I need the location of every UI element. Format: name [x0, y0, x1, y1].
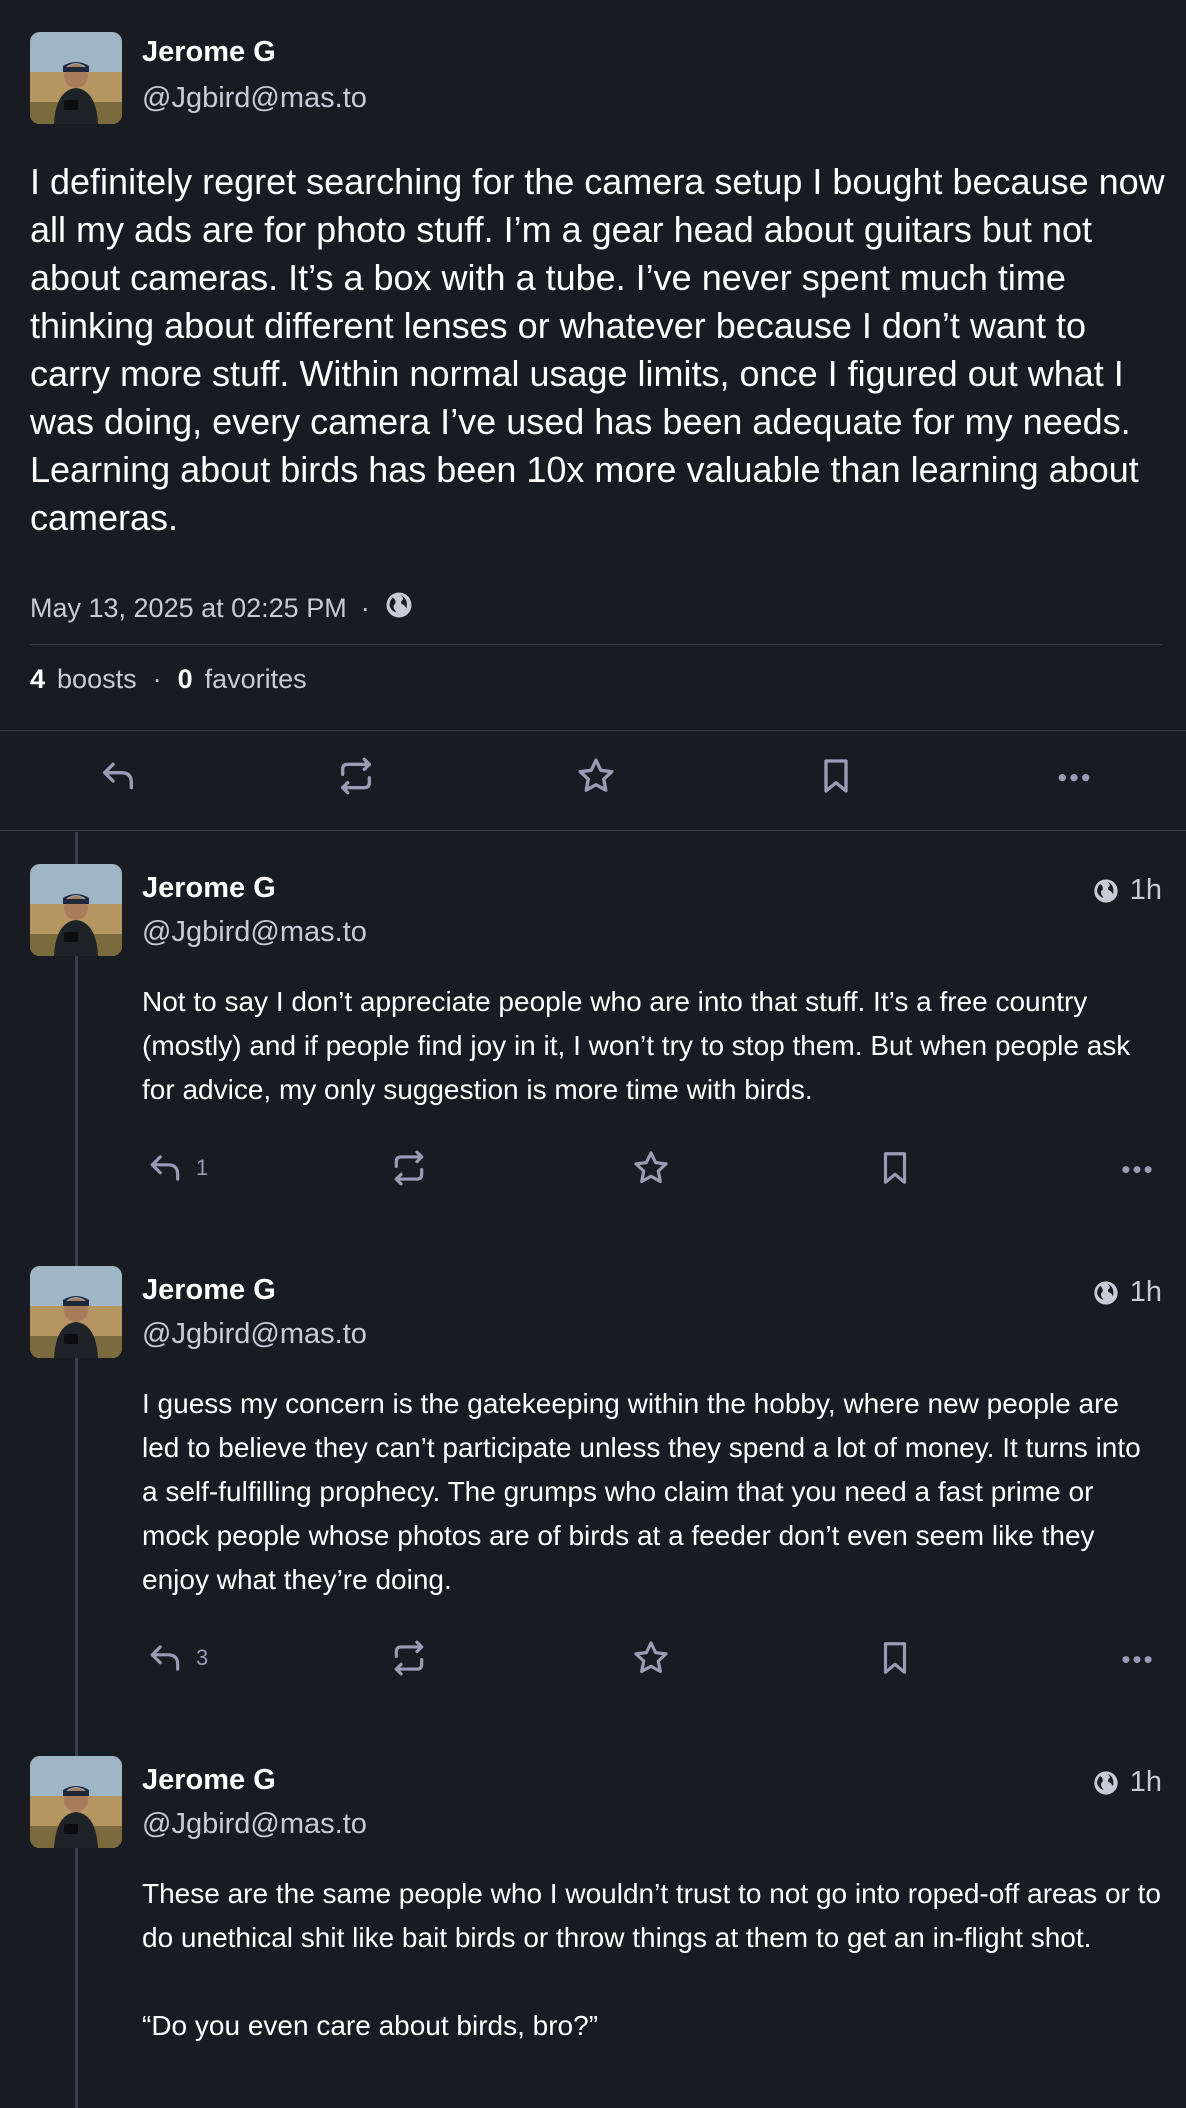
more-button[interactable]: [1118, 1138, 1156, 1198]
bookmark-button[interactable]: [816, 746, 856, 806]
more-icon: [1122, 1166, 1152, 1174]
star-icon: [578, 758, 614, 792]
boost-button[interactable]: [390, 1628, 428, 1688]
reply-author-name[interactable]: Jerome G: [142, 1764, 276, 1797]
boost-icon: [394, 1640, 424, 1676]
boost-icon: [341, 757, 371, 795]
bookmark-icon: [824, 759, 848, 793]
reply-time[interactable]: 1h: [1092, 1766, 1162, 1799]
post-author-name[interactable]: Jerome G: [142, 36, 276, 69]
reply-time-text: 1h: [1129, 874, 1162, 906]
reply-action-bar: 1: [0, 1138, 1186, 1198]
reply-content: These are the same people who I wouldn’t…: [142, 1878, 1161, 2041]
avatar-image: [30, 1756, 122, 1848]
avatar-image: [30, 864, 122, 956]
favorites-count: 0: [177, 664, 193, 694]
post-author-handle[interactable]: @Jgbird@mas.to: [142, 82, 367, 115]
globe-icon: [1094, 1280, 1118, 1305]
favorite-button[interactable]: [576, 746, 616, 806]
avatar[interactable]: [30, 32, 122, 124]
avatar[interactable]: [30, 1756, 122, 1848]
reply-button[interactable]: 1: [146, 1138, 208, 1198]
bookmark-icon: [883, 1152, 907, 1184]
meta-separator: ·: [360, 593, 370, 623]
avatar[interactable]: [30, 1266, 122, 1358]
reply-button[interactable]: [98, 746, 138, 806]
reply-content: Not to say I don’t appreciate people who…: [142, 986, 1131, 1105]
reply-author-handle[interactable]: @Jgbird@mas.to: [142, 1318, 367, 1351]
reply-time-text: 1h: [1129, 1276, 1162, 1308]
favorite-button[interactable]: [632, 1628, 670, 1688]
reply-count: 1: [196, 1155, 209, 1180]
reply-time[interactable]: 1h: [1092, 1276, 1162, 1309]
reply-button[interactable]: 3: [146, 1628, 208, 1688]
avatar-image: [30, 32, 122, 124]
more-button[interactable]: [1054, 746, 1094, 806]
globe-icon: [384, 590, 414, 627]
reply-time-text: 1h: [1129, 1766, 1162, 1798]
bookmark-button[interactable]: [876, 1138, 914, 1198]
reply-author-handle[interactable]: @Jgbird@mas.to: [142, 916, 367, 949]
globe-icon: [1094, 1770, 1118, 1795]
favorite-button[interactable]: [632, 1138, 670, 1198]
reply-count: 3: [196, 1645, 209, 1670]
boost-button[interactable]: [390, 1138, 428, 1198]
boosts-count: 4: [30, 664, 46, 694]
reply-icon: [103, 762, 133, 790]
reply-icon: [150, 1645, 180, 1671]
reply-time[interactable]: 1h: [1092, 874, 1162, 907]
favorites-link[interactable]: favorites: [205, 664, 307, 695]
more-icon: [1122, 1656, 1152, 1664]
section-divider: [0, 830, 1186, 831]
boost-icon: [394, 1150, 424, 1186]
post-content: I definitely regret searching for the ca…: [30, 161, 1165, 538]
reply-author-name[interactable]: Jerome G: [142, 1274, 276, 1307]
globe-icon: [1094, 878, 1118, 903]
post-meta: May 13, 2025 at 02:25 PM ·: [30, 590, 414, 627]
star-icon: [634, 1641, 668, 1674]
post-stats: 4 boosts · 0 favorites: [30, 664, 307, 695]
post-action-bar: [0, 746, 1186, 806]
reply-author-handle[interactable]: @Jgbird@mas.to: [142, 1808, 367, 1841]
bookmark-icon: [883, 1642, 907, 1674]
avatar[interactable]: [30, 864, 122, 956]
more-button[interactable]: [1118, 1628, 1156, 1688]
reply-author-name[interactable]: Jerome G: [142, 872, 276, 905]
reply-icon: [150, 1155, 180, 1181]
meta-divider: [30, 644, 1162, 645]
avatar-image: [30, 1266, 122, 1358]
boost-button[interactable]: [336, 746, 376, 806]
thread-line: [75, 832, 78, 2108]
reply-action-bar: 3: [0, 1628, 1186, 1688]
boosts-link[interactable]: boosts: [57, 664, 137, 695]
stats-separator: ·: [152, 664, 162, 694]
more-icon: [1058, 774, 1090, 782]
section-divider: [0, 730, 1186, 731]
reply-content: I guess my concern is the gatekeeping wi…: [142, 1388, 1141, 1595]
star-icon: [634, 1151, 668, 1184]
bookmark-button[interactable]: [876, 1628, 914, 1688]
post-timestamp[interactable]: May 13, 2025 at 02:25 PM: [30, 593, 347, 624]
